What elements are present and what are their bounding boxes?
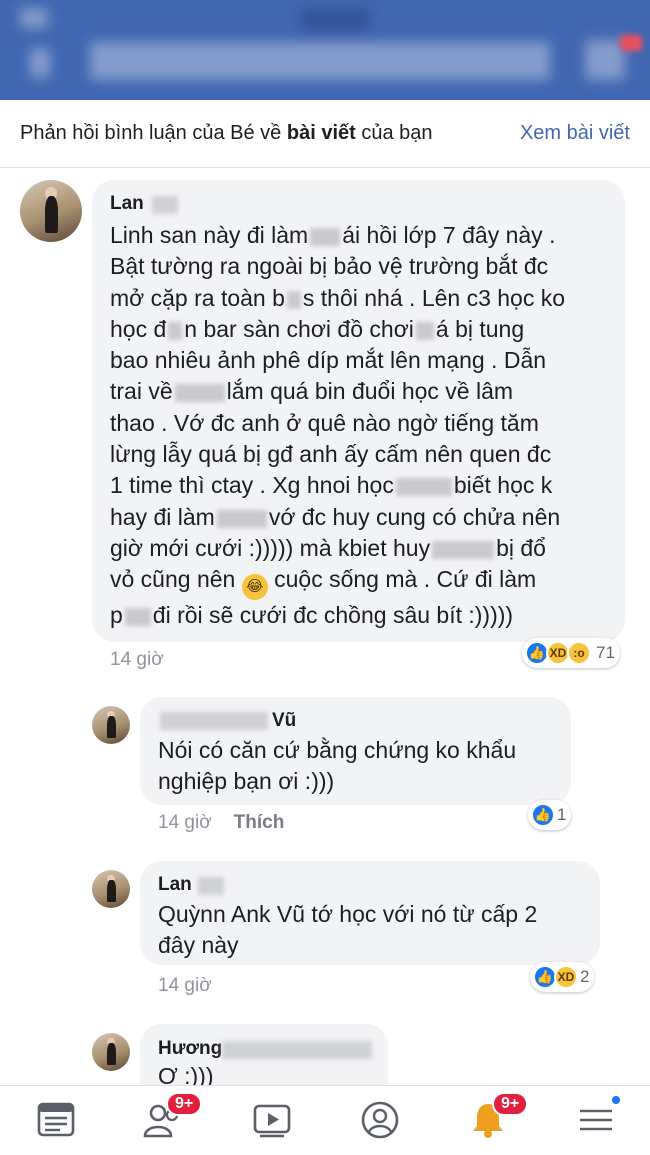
reply-author-name[interactable]: Vũ xyxy=(272,710,296,731)
comment-line: giờ mới cưới :))))) mà kbiet huy xyxy=(110,534,431,561)
blurred-region xyxy=(300,8,370,30)
name-censor xyxy=(222,1041,372,1059)
comment-line: n bar sàn chơi đồ chơi xyxy=(184,315,414,342)
reaction-summary[interactable]: 👍 XD 2 xyxy=(530,962,595,992)
censor-block xyxy=(286,290,301,309)
reply-author[interactable]: Lan xyxy=(158,874,192,896)
reaction-count: 2 xyxy=(580,967,590,986)
video-play-icon xyxy=(253,1104,291,1138)
comment-line: trai về xyxy=(110,378,173,405)
avatar[interactable] xyxy=(92,870,130,908)
reply-time[interactable]: 14 giờ xyxy=(158,812,212,833)
laughing-tears-emoji: 😂 xyxy=(241,574,268,601)
reply-author-name[interactable]: Hương xyxy=(158,1038,222,1059)
reaction-summary[interactable]: 👍 1 xyxy=(528,800,572,830)
profile-icon xyxy=(361,1101,399,1139)
header-title-prefix: Phản hồi bình luận của Bé về xyxy=(20,122,287,144)
censor-block xyxy=(432,540,495,559)
wow-reaction-icon: :o xyxy=(567,641,591,665)
comment-line: biết học k xyxy=(453,472,553,499)
comment-author-name[interactable]: Lan xyxy=(110,193,144,214)
reply-author-name[interactable]: Lan xyxy=(158,874,192,895)
reply-time[interactable]: 14 giờ xyxy=(158,975,212,996)
comment-line: á bị tung xyxy=(435,315,525,342)
name-censor xyxy=(152,196,178,214)
menu-update-dot xyxy=(610,1094,622,1106)
comment-line: cuộc sống mà . Cứ đi làm xyxy=(274,566,537,593)
censor-block xyxy=(124,608,151,627)
comment-meta: 14 giờ xyxy=(110,649,164,671)
reaction-count: 1 xyxy=(557,805,567,824)
comment-author[interactable]: Lan xyxy=(110,193,144,215)
profile-tab[interactable] xyxy=(360,1100,400,1140)
comment-line: hay đi làm xyxy=(110,503,215,530)
comment-line: p xyxy=(110,602,123,629)
view-post-link[interactable]: Xem bài viết xyxy=(520,122,630,145)
blurred-badge xyxy=(620,35,642,51)
blurred-region xyxy=(20,8,48,28)
news-feed-icon xyxy=(37,1102,75,1137)
like-button[interactable]: Thích xyxy=(234,812,285,833)
comment-line: Bật tường ra ngoài bị bảo vệ trường bắt … xyxy=(110,253,549,280)
comment-line: ái hồi lớp 7 đây này . xyxy=(342,222,556,248)
comment-line: lắm quá bin đuổi học về lâm xyxy=(226,378,514,405)
blurred-icon[interactable] xyxy=(585,40,625,80)
avatar[interactable] xyxy=(92,706,130,744)
news-feed-tab[interactable] xyxy=(36,1100,76,1140)
reply-header: Phản hồi bình luận của Bé về bài viết củ… xyxy=(0,100,650,168)
header-title-suffix: của bạn xyxy=(355,122,433,144)
censor-block xyxy=(168,321,183,340)
comment-line: vỏ cũng nên xyxy=(110,566,236,593)
comment-text: Linh san này đi làm ái hồi lớp 7 đây này … xyxy=(110,220,620,632)
header-title-bold: bài viết xyxy=(286,122,356,144)
comment-line: vớ đc huy cung có chửa nên xyxy=(268,503,561,530)
top-app-bar xyxy=(0,0,650,100)
menu-tab[interactable] xyxy=(576,1094,622,1140)
reply-meta: 14 giờ xyxy=(158,975,212,997)
reaction-summary[interactable]: 👍 XD :o 71 xyxy=(522,638,620,668)
comment-line: mở cặp ra toàn b xyxy=(110,284,285,311)
blurred-search[interactable] xyxy=(90,42,550,80)
censor-block xyxy=(415,321,434,340)
comment-line: thao . Vớ đc anh ở quê nào ngờ tiếng tăm xyxy=(110,409,539,436)
censor-block xyxy=(395,478,452,497)
reply-author[interactable]: Hương xyxy=(158,1038,222,1060)
header-title: Phản hồi bình luận của Bé về bài viết củ… xyxy=(20,122,433,145)
notifications-badge: 9+ xyxy=(492,1092,529,1116)
comment-line: s thôi nhá . Lên c3 học ko xyxy=(302,284,566,311)
friends-tab[interactable]: 9+ xyxy=(142,1092,203,1140)
reply-meta: 14 giờ Thích xyxy=(158,812,284,834)
reply-text: Quỳnn Ank Vũ tớ học với nó từ cấp 2 đây … xyxy=(158,901,538,958)
watch-tab[interactable] xyxy=(252,1100,292,1140)
comment-line: học đ xyxy=(110,315,167,342)
name-censor xyxy=(160,712,268,730)
comment-time[interactable]: 14 giờ xyxy=(110,649,164,670)
censor-block xyxy=(174,384,225,403)
reply-author[interactable]: Vũ xyxy=(272,710,296,732)
menu-icon xyxy=(580,1109,612,1131)
comment-line: bao nhiêu ảnh phê díp mắt lên mạng . Dẫn xyxy=(110,347,547,374)
bottom-nav: 9+ 9+ xyxy=(0,1085,650,1155)
like-reaction-icon: 👍 xyxy=(531,803,555,827)
friends-badge: 9+ xyxy=(166,1092,203,1116)
comment-line: lừng lẫy quá bị gđ anh ấy cấm nên quen đ… xyxy=(110,441,552,468)
notifications-tab[interactable]: 9+ xyxy=(468,1092,529,1140)
comment-line: bị đổ xyxy=(496,534,546,561)
comment-line: Linh san này đi làm xyxy=(110,222,309,248)
blurred-region xyxy=(30,48,50,78)
reaction-count: 71 xyxy=(596,643,615,662)
name-censor xyxy=(198,877,224,895)
haha-reaction-icon: XD xyxy=(554,965,578,989)
censor-block xyxy=(216,509,267,528)
comment-line: đi rồi sẽ cưới đc chồng sâu bít :))))) xyxy=(152,602,514,629)
comment-line: 1 time thì ctay . Xg hnoi học xyxy=(110,472,394,499)
censor-block xyxy=(310,227,341,246)
reply-text: Nói có căn cứ bằng chứng ko khẩu nghiệp … xyxy=(158,737,517,794)
avatar[interactable] xyxy=(92,1033,130,1071)
avatar[interactable] xyxy=(20,180,82,242)
